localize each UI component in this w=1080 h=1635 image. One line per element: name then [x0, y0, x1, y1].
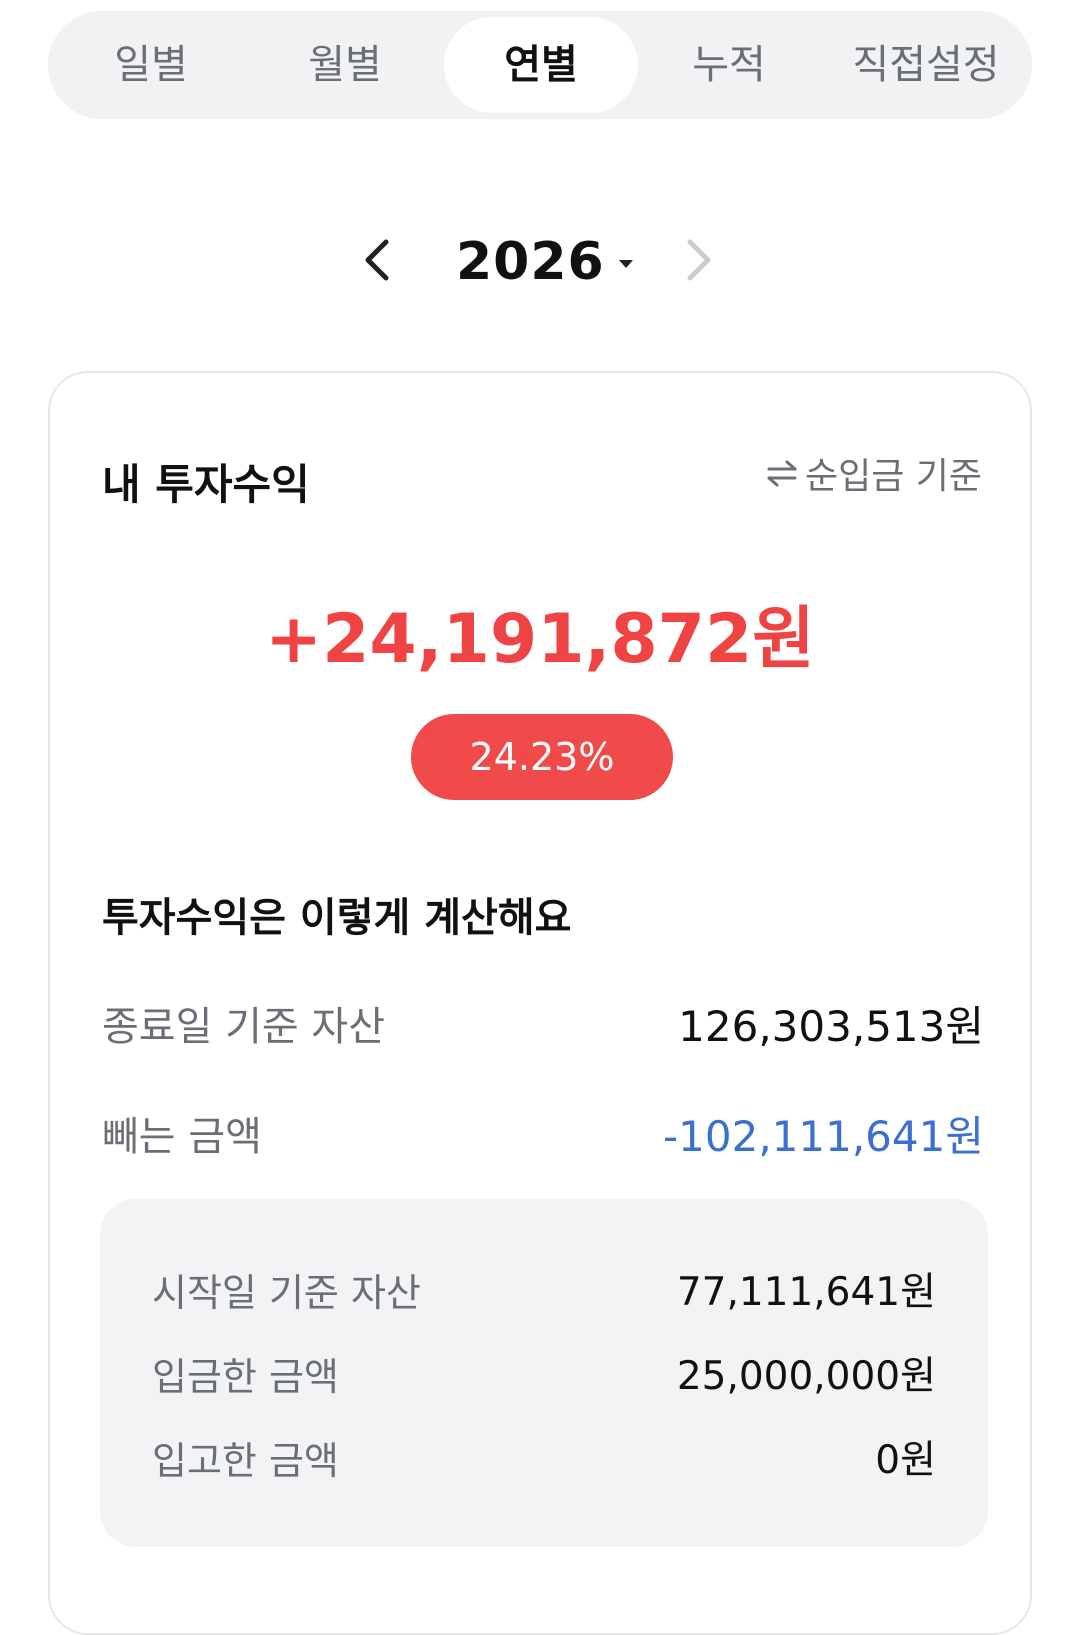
breakdown-label: 입고한 금액	[152, 1438, 339, 1483]
basis-toggle-button[interactable]: 순입금 기준	[765, 447, 982, 499]
breakdown-value: 25,000,000원	[676, 1354, 936, 1399]
tab-yearly[interactable]: 연별	[444, 17, 638, 113]
swap-arrows-icon	[767, 460, 797, 487]
end-assets-row: 종료일 기준 자산 126,303,513원	[102, 993, 984, 1053]
tab-custom-range[interactable]: 직접설정	[828, 17, 1024, 113]
basis-toggle-label: 순입금 기준	[804, 456, 982, 497]
breakdown-value: 77,111,641원	[676, 1270, 936, 1315]
breakdown-row-start-assets: 시작일 기준 자산 77,111,641원	[152, 1261, 936, 1317]
deduction-row: 빼는 금액 -102,111,641원	[102, 1103, 984, 1163]
breakdown-label: 시작일 기준 자산	[152, 1270, 421, 1315]
tab-monthly[interactable]: 월별	[250, 17, 440, 113]
year-selector[interactable]: 2026	[456, 222, 635, 302]
chevron-right-icon	[687, 239, 711, 281]
end-assets-value: 126,303,513원	[678, 1001, 984, 1051]
deduction-label: 빼는 금액	[102, 1114, 262, 1160]
previous-year-button[interactable]	[350, 232, 406, 288]
tab-daily[interactable]: 일별	[56, 17, 246, 113]
breakdown-label: 입금한 금액	[152, 1354, 339, 1399]
caret-down-icon	[618, 260, 633, 268]
tab-cumulative[interactable]: 누적	[634, 17, 824, 113]
breakdown-row-stock-transfers: 입고한 금액 0원	[152, 1429, 936, 1485]
year-navigator: 2026	[0, 222, 1080, 302]
profit-rate-badge: 24.23%	[411, 714, 673, 800]
investment-profit-card: 내 투자수익 순입금 기준 +24,191,872원 24.23% 투자수익은 …	[48, 371, 1032, 1635]
period-tab-bar: 일별 월별 연별 누적 직접설정	[48, 11, 1032, 119]
chevron-left-icon	[365, 239, 389, 281]
end-assets-label: 종료일 기준 자산	[102, 1004, 386, 1050]
breakdown-row-deposits: 입금한 금액 25,000,000원	[152, 1345, 936, 1401]
calculation-title: 투자수익은 이렇게 계산해요	[102, 895, 572, 941]
profit-amount: +24,191,872원	[265, 600, 815, 679]
deduction-breakdown: 시작일 기준 자산 77,111,641원 입금한 금액 25,000,000원…	[100, 1199, 988, 1547]
deduction-value: -102,111,641원	[663, 1111, 984, 1161]
card-title: 내 투자수익	[102, 460, 310, 509]
next-year-button[interactable]	[670, 232, 726, 288]
breakdown-value: 0원	[875, 1438, 936, 1483]
year-label: 2026	[456, 232, 605, 292]
